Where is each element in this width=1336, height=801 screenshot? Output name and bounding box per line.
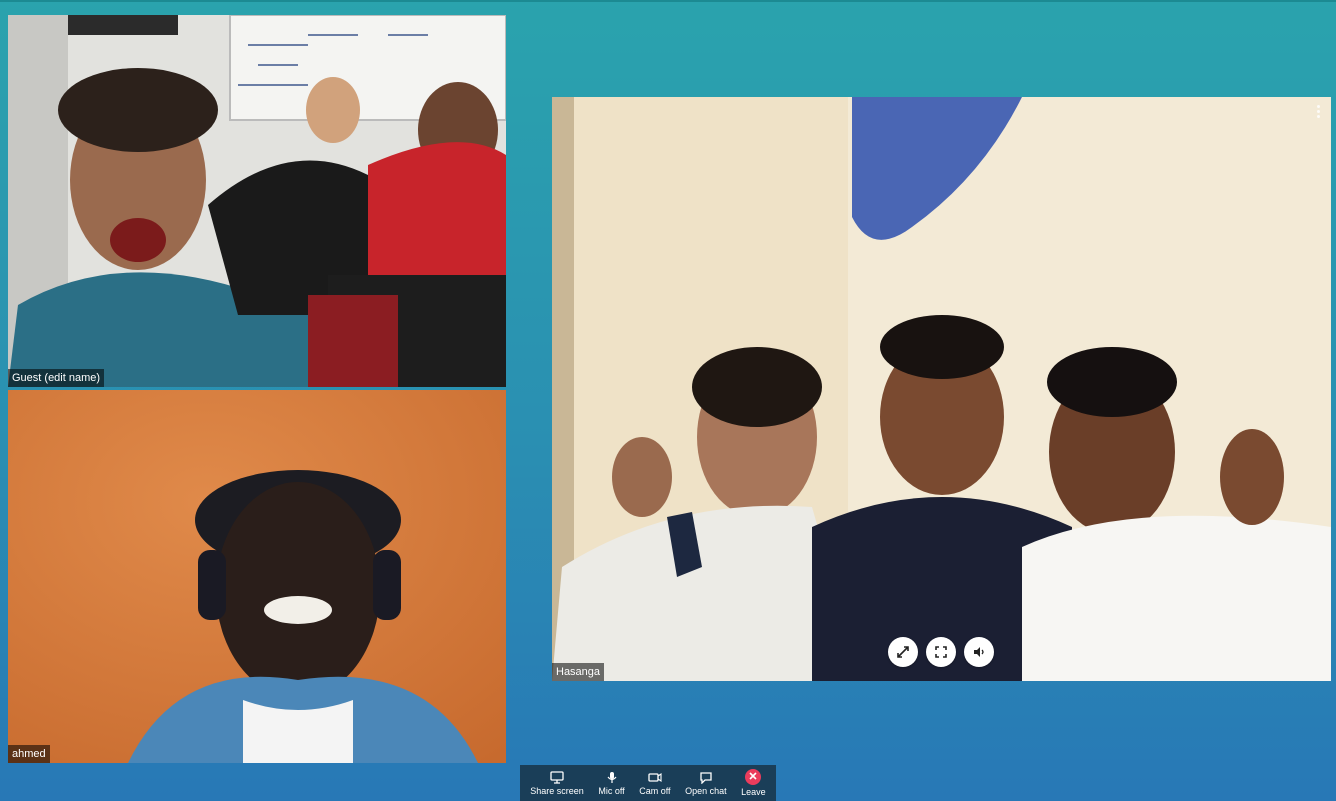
mic-off-button[interactable]: Mic off — [598, 771, 625, 796]
video-tile-guest[interactable]: Guest (edit name) — [8, 15, 506, 387]
microphone-icon — [607, 771, 616, 783]
leave-button[interactable]: Leave — [741, 769, 766, 797]
participant-name-tag: Hasanga — [552, 663, 605, 681]
camera-icon — [648, 772, 662, 782]
video-feed-hasanga — [552, 97, 1331, 681]
video-feed-ahmed — [8, 390, 506, 763]
expand-icon[interactable] — [888, 637, 918, 667]
open-chat-label: Open chat — [685, 785, 727, 796]
mic-off-label: Mic off — [598, 785, 625, 796]
chat-icon — [700, 771, 712, 784]
more-options-icon[interactable] — [1317, 105, 1321, 118]
fullscreen-icon[interactable] — [926, 637, 956, 667]
participant-name-tag: ahmed — [8, 745, 50, 763]
video-tile-ahmed[interactable]: ahmed — [8, 390, 506, 763]
video-controls — [888, 637, 994, 667]
video-tile-hasanga[interactable]: Hasanga — [552, 97, 1331, 681]
share-screen-label: Share screen — [530, 785, 584, 796]
leave-label: Leave — [741, 787, 766, 797]
cam-off-button[interactable]: Cam off — [639, 771, 671, 796]
volume-icon[interactable] — [964, 637, 994, 667]
window-top-edge — [0, 0, 1336, 2]
video-feed-guest — [8, 15, 506, 387]
cam-off-label: Cam off — [639, 785, 671, 796]
open-chat-button[interactable]: Open chat — [685, 771, 727, 796]
participant-name-tag: Guest (edit name) — [8, 369, 105, 387]
share-screen-button[interactable]: Share screen — [530, 770, 584, 796]
monitor-icon — [550, 770, 564, 784]
call-toolbar: Share screen Mic off Cam off Open chat L… — [520, 765, 776, 801]
close-icon — [745, 769, 762, 785]
